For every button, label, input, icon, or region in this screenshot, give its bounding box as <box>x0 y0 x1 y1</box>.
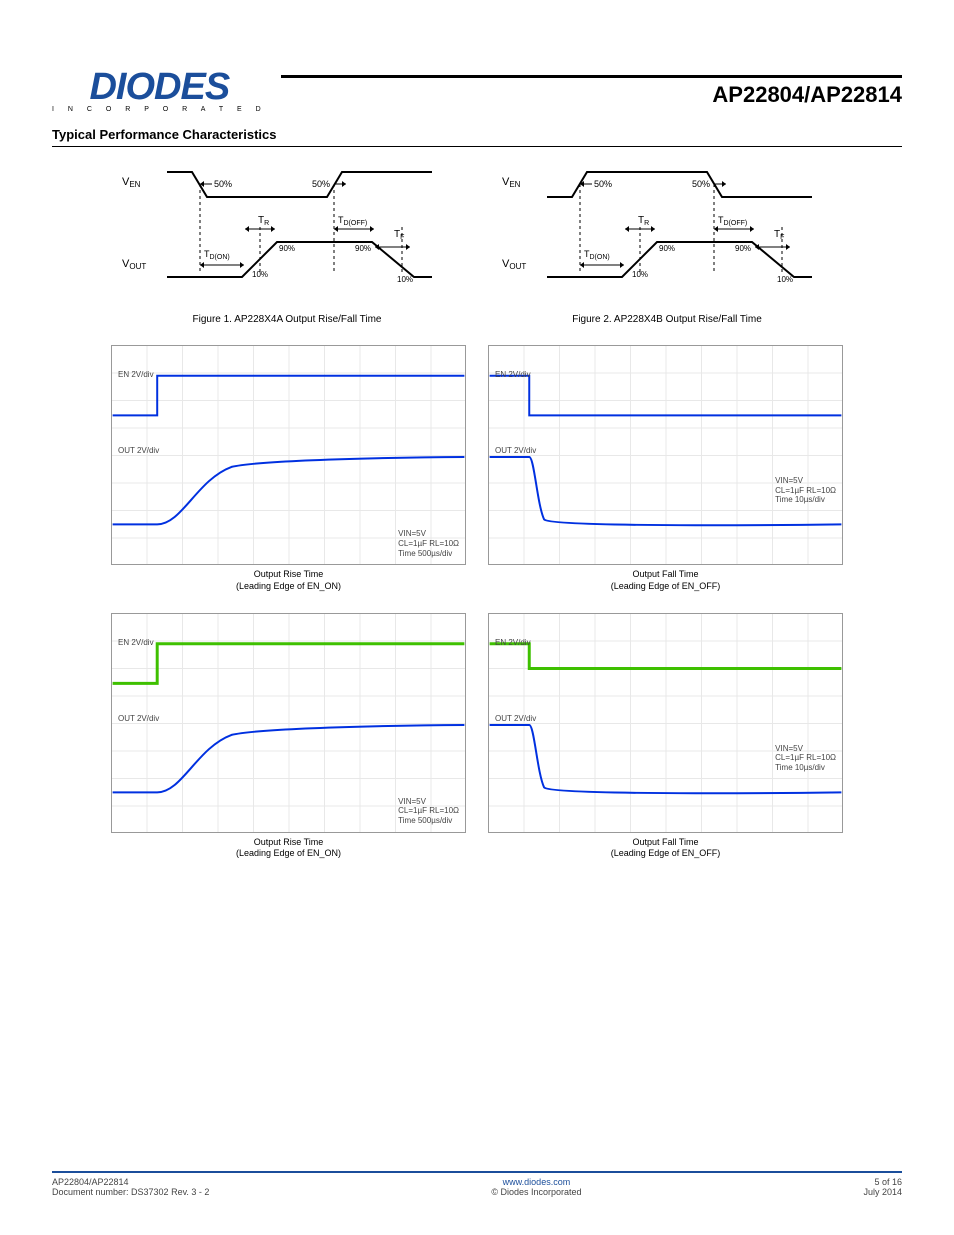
svg-text:50%: 50% <box>594 179 612 189</box>
cond-line: Time 10µs/div <box>775 763 836 773</box>
scope-caption: Output Rise Time (Leading Edge of EN_ON) <box>111 837 466 860</box>
scope-out-label: OUT 2V/div <box>118 446 159 455</box>
footer-date: July 2014 <box>863 1187 902 1197</box>
scope-plot: EN 2V/div OUT 2V/div VIN=5V CL=1µF RL=10… <box>488 613 843 833</box>
footer-left: AP22804/AP22814 Document number: DS37302… <box>52 1177 209 1197</box>
cond-line: Time 10µs/div <box>775 495 836 505</box>
svg-text:90%: 90% <box>659 244 675 253</box>
cond-line: VIN=5V <box>775 744 836 754</box>
scope-en-label: EN 2V/div <box>118 638 154 647</box>
footer-part: AP22804/AP22814 <box>52 1177 209 1187</box>
timing-caption-a: Figure 1. AP228X4A Output Rise/Fall Time <box>112 314 462 325</box>
footer-page: 5 of 16 <box>863 1177 902 1187</box>
svg-text:50%: 50% <box>312 179 330 189</box>
diodes-logo: DIODES I N C O R P O R A T E D <box>52 70 267 113</box>
scope-conditions: VIN=5V CL=1µF RL=10Ω Time 10µs/div <box>775 476 836 505</box>
footer-center: www.diodes.com © Diodes Incorporated <box>209 1177 863 1197</box>
scope-fall-2: EN 2V/div OUT 2V/div VIN=5V CL=1µF RL=10… <box>488 613 843 860</box>
caption-title: Output Fall Time <box>632 569 698 581</box>
footer-docnum: Document number: DS37302 Rev. 3 - 2 <box>52 1187 209 1197</box>
logo-subtext: I N C O R P O R A T E D <box>52 106 267 113</box>
header-rule <box>281 75 902 78</box>
svg-text:VEN: VEN <box>122 176 141 189</box>
footer-right: 5 of 16 July 2014 <box>863 1177 902 1197</box>
scope-plot: EN 2V/div OUT 2V/div VIN=5V CL=1µF RL=10… <box>111 613 466 833</box>
scope-rise-2: EN 2V/div OUT 2V/div VIN=5V CL=1µF RL=10… <box>111 613 466 860</box>
scope-en-label: EN 2V/div <box>495 370 531 379</box>
scope-conditions: VIN=5V CL=1µF RL=10Ω Time 10µs/div <box>775 744 836 773</box>
scope-out-label: OUT 2V/div <box>495 714 536 723</box>
part-number: AP22804/AP22814 <box>712 82 902 108</box>
svg-text:TR: TR <box>638 215 649 227</box>
page-footer: AP22804/AP22814 Document number: DS37302… <box>52 1171 902 1197</box>
cond-line: CL=1µF RL=10Ω <box>398 806 459 816</box>
scope-caption: Output Fall Time (Leading Edge of EN_OFF… <box>488 837 843 860</box>
timing-figure-a: VEN 50% 50% VOUT 10% 90% 90% 10% TR <box>112 157 462 325</box>
scope-rise-1: EN 2V/div OUT 2V/div VIN=5V CL=1µF RL=10… <box>111 345 466 592</box>
svg-text:TF: TF <box>774 229 784 241</box>
caption-sub: (Leading Edge of EN_ON) <box>236 581 341 593</box>
section-rule <box>52 146 902 147</box>
svg-text:TR: TR <box>258 215 269 227</box>
svg-text:TF: TF <box>394 229 404 241</box>
timing-diagrams-row: VEN 50% 50% VOUT 10% 90% 90% 10% TR <box>52 157 902 325</box>
header-right: AP22804/AP22814 <box>281 75 902 108</box>
scope-en-label: EN 2V/div <box>118 370 154 379</box>
footer-copyright: © Diodes Incorporated <box>491 1187 581 1197</box>
section-title: Typical Performance Characteristics <box>52 127 902 142</box>
scope-conditions: VIN=5V CL=1µF RL=10Ω Time 500µs/div <box>398 529 459 558</box>
cond-line: Time 500µs/div <box>398 816 459 826</box>
timing-caption-b: Figure 2. AP228X4B Output Rise/Fall Time <box>492 314 842 325</box>
logo-text: DIODES <box>89 70 229 104</box>
svg-text:50%: 50% <box>214 179 232 189</box>
caption-sub: (Leading Edge of EN_OFF) <box>611 848 721 860</box>
svg-text:10%: 10% <box>397 275 413 284</box>
cond-line: CL=1µF RL=10Ω <box>775 486 836 496</box>
svg-text:TD(ON): TD(ON) <box>204 249 230 261</box>
caption-title: Output Fall Time <box>632 837 698 849</box>
svg-text:10%: 10% <box>632 270 648 279</box>
footer-link[interactable]: www.diodes.com <box>503 1177 571 1187</box>
cond-line: CL=1µF RL=10Ω <box>775 753 836 763</box>
caption-sub: (Leading Edge of EN_OFF) <box>611 581 721 593</box>
scope-conditions: VIN=5V CL=1µF RL=10Ω Time 500µs/div <box>398 797 459 826</box>
scope-caption: Output Rise Time (Leading Edge of EN_ON) <box>111 569 466 592</box>
cond-line: VIN=5V <box>398 797 459 807</box>
timing-svg-b: VEN 50% 50% VOUT 10% 90% 90% 10% TR TD(O… <box>492 157 842 307</box>
svg-text:50%: 50% <box>692 179 710 189</box>
scope-plot: EN 2V/div OUT 2V/div VIN=5V CL=1µF RL=10… <box>111 345 466 565</box>
svg-text:90%: 90% <box>355 244 371 253</box>
scope-out-label: OUT 2V/div <box>495 446 536 455</box>
scope-out-label: OUT 2V/div <box>118 714 159 723</box>
svg-text:TD(OFF): TD(OFF) <box>338 215 367 227</box>
scope-fall-1: EN 2V/div OUT 2V/div VIN=5V CL=1µF RL=10… <box>488 345 843 592</box>
svg-text:TD(ON): TD(ON) <box>584 249 610 261</box>
scope-en-label: EN 2V/div <box>495 638 531 647</box>
caption-title: Output Rise Time <box>254 569 324 581</box>
svg-text:TD(OFF): TD(OFF) <box>718 215 747 227</box>
svg-text:VEN: VEN <box>502 176 521 189</box>
cond-line: CL=1µF RL=10Ω <box>398 539 459 549</box>
cond-line: VIN=5V <box>398 529 459 539</box>
scope-row-2: EN 2V/div OUT 2V/div VIN=5V CL=1µF RL=10… <box>52 613 902 860</box>
timing-svg-a: VEN 50% 50% VOUT 10% 90% 90% 10% TR <box>112 157 462 307</box>
svg-text:VOUT: VOUT <box>502 258 526 271</box>
svg-text:10%: 10% <box>252 270 268 279</box>
timing-figure-b: VEN 50% 50% VOUT 10% 90% 90% 10% TR TD(O… <box>492 157 842 325</box>
cond-line: Time 500µs/div <box>398 549 459 559</box>
svg-text:90%: 90% <box>735 244 751 253</box>
caption-sub: (Leading Edge of EN_ON) <box>236 848 341 860</box>
svg-text:10%: 10% <box>777 275 793 284</box>
svg-text:90%: 90% <box>279 244 295 253</box>
scope-plot: EN 2V/div OUT 2V/div VIN=5V CL=1µF RL=10… <box>488 345 843 565</box>
scope-caption: Output Fall Time (Leading Edge of EN_OFF… <box>488 569 843 592</box>
svg-text:VOUT: VOUT <box>122 258 146 271</box>
caption-title: Output Rise Time <box>254 837 324 849</box>
scope-row-1: EN 2V/div OUT 2V/div VIN=5V CL=1µF RL=10… <box>52 345 902 592</box>
cond-line: VIN=5V <box>775 476 836 486</box>
page-header: DIODES I N C O R P O R A T E D AP22804/A… <box>52 70 902 113</box>
